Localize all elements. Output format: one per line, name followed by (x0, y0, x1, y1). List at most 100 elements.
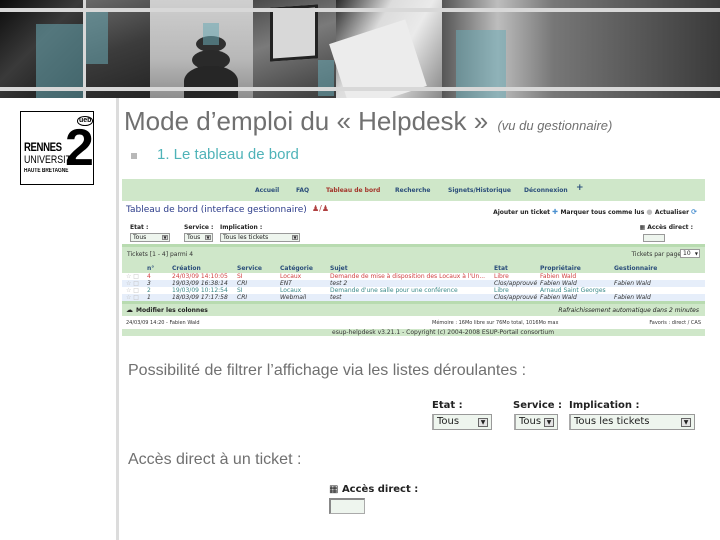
cell-owner: Fabien Wald (540, 273, 577, 280)
table-row[interactable]: ☆ □ 3 19/03/09 16:38:14 CRI ENT test 2 C… (122, 280, 705, 287)
nav-plus-icon[interactable]: + (576, 183, 584, 193)
nav-tableau-de-bord[interactable]: Tableau de bord (326, 187, 380, 194)
cell-state: Clos/approuvé (494, 280, 538, 287)
slide-title-suffix: (vu du gestionnaire) (497, 118, 613, 133)
star-icon[interactable]: ☆ □ (126, 273, 139, 280)
chevron-down-icon: ▼ (292, 235, 298, 240)
bullet-icon (131, 153, 137, 159)
per-page-value: 10 (683, 250, 691, 257)
cell-service: SI (237, 273, 243, 280)
table-row[interactable]: ☆ □ 2 19/03/09 10:12:54 SI Locaux Demand… (122, 287, 705, 294)
zoom-etat-select[interactable]: Tous ▼ (432, 414, 492, 430)
building-icon: ▦ (329, 484, 342, 495)
nav-accueil[interactable]: Accueil (255, 187, 279, 194)
etat-label: Etat : (130, 224, 149, 231)
implication-select[interactable]: Tous les tickets ▼ (220, 233, 300, 242)
banner-line (83, 0, 86, 98)
cell-subject[interactable]: Demande d'une salle pour une conférence (330, 287, 490, 294)
university-logo: ueb RENNES UNIVERSITE HAUTE BRETAGNE 2 (20, 111, 94, 185)
slide-title-main: Mode d’emploi du « Helpdesk » (124, 106, 489, 136)
service-select[interactable]: Tous ▼ (184, 233, 213, 242)
service-label: Service : (184, 224, 214, 231)
chevron-down-icon: ▼ (162, 235, 168, 240)
col-gestionnaire[interactable]: Gestionnaire (614, 265, 657, 272)
header-banner (0, 0, 720, 98)
table-row[interactable]: ☆ □ 4 24/03/09 14:10:05 SI Locaux Demand… (122, 273, 705, 280)
footer-user: 24/03/09 14:20 - Fabien Wald (126, 320, 200, 326)
zoom-service-label: Service : (513, 400, 563, 411)
zoom-implication-label: Implication : (569, 400, 640, 411)
footer-favorites[interactable]: Favoris : direct / CAS (649, 320, 701, 326)
modify-columns-link[interactable]: Modifier les colonnes (136, 307, 208, 314)
zoom-implication-select[interactable]: Tous les tickets ▼ (569, 414, 695, 430)
cell-num: 3 (147, 280, 151, 287)
logo-line1: RENNES (24, 140, 62, 154)
filters-paragraph: Possibilité de filtrer l’affichage via l… (128, 362, 527, 379)
mark-all-read-link[interactable]: Marquer tous comme lus (560, 209, 644, 216)
cell-category: Webmail (280, 294, 307, 301)
nav-deconnexion[interactable]: Déconnexion (524, 187, 568, 194)
cell-manager: Fabien Wald (614, 294, 651, 301)
cell-service: CRI (237, 280, 248, 287)
cell-category: ENT (280, 280, 292, 287)
chevron-down-icon: ▼ (681, 418, 691, 427)
per-page-select[interactable]: 10 ▼ (680, 249, 700, 258)
columns-icon[interactable]: ☁ (126, 306, 133, 314)
ticket-count: Tickets [1 - 4] parmi 4 (127, 251, 194, 258)
user-swap-icon[interactable]: ♟/♟ (312, 204, 329, 213)
zoom-direct-access-input[interactable] (329, 498, 365, 514)
vertical-divider (116, 98, 119, 540)
banner-teal-block (203, 23, 219, 45)
copyright-text: esup-helpdesk v3.21.1 - Copyright (c) 20… (332, 329, 555, 336)
cell-owner: Arnaud Saint Georges (540, 287, 606, 294)
slide-title: Mode d’emploi du « Helpdesk » (vu du ges… (124, 106, 612, 137)
nav-recherche[interactable]: Recherche (395, 187, 430, 194)
table-row[interactable]: ☆ □ 1 18/03/09 17:17:58 CRI Webmail test… (122, 294, 705, 301)
col-proprietaire[interactable]: Propriétaire (540, 265, 581, 272)
slide-subtitle: 1. Le tableau de bord (157, 146, 299, 163)
etat-value: Tous (133, 234, 147, 241)
helpdesk-nav: Accueil FAQ Tableau de bord Recherche Si… (122, 179, 705, 201)
nav-signets-historique[interactable]: Signets/Historique (448, 187, 511, 194)
nav-faq[interactable]: FAQ (296, 187, 309, 194)
banner-laptop (270, 4, 318, 62)
chevron-down-icon: ▼ (694, 251, 698, 256)
col-categorie[interactable]: Catégorie (280, 265, 313, 272)
copyright-bar: esup-helpdesk v3.21.1 - Copyright (c) 20… (122, 329, 705, 336)
col-sujet[interactable]: Sujet (330, 265, 348, 272)
cell-service: CRI (237, 294, 248, 301)
status-footer: 24/03/09 14:20 - Fabien Wald Mémoire : 1… (122, 319, 705, 327)
col-service[interactable]: Service (237, 265, 262, 272)
modify-columns-bar: ☁ Modifier les colonnes Rafraichissement… (122, 304, 705, 316)
cell-created: 19/03/09 16:38:14 (172, 280, 228, 287)
cell-num: 1 (147, 294, 151, 301)
add-ticket-link[interactable]: Ajouter un ticket (493, 209, 550, 216)
col-num[interactable]: n° (147, 265, 154, 272)
refresh-link[interactable]: Actualiser (655, 209, 689, 216)
direct-access-input[interactable] (643, 234, 665, 242)
star-icon[interactable]: ☆ □ (126, 287, 139, 294)
refresh-icon[interactable]: ⟳ (691, 208, 697, 216)
cell-subject[interactable]: test (330, 294, 490, 301)
cell-manager: Fabien Wald (614, 280, 651, 287)
helpdesk-screenshot: Accueil FAQ Tableau de bord Recherche Si… (122, 179, 705, 339)
per-page-label: Tickets par page : (631, 251, 685, 258)
star-icon[interactable]: ☆ □ (126, 294, 139, 301)
cell-subject[interactable]: test 2 (330, 280, 490, 287)
cell-owner: Fabien Wald (540, 280, 577, 287)
auto-refresh-text: Rafraichissement automatique dans 2 minu… (558, 307, 699, 314)
star-icon[interactable]: ☆ □ (126, 280, 139, 287)
col-etat[interactable]: Etat (494, 265, 508, 272)
zoom-direct-access: ▦ Accès direct : (329, 484, 418, 495)
direct-access: ▦ Accès direct : (639, 224, 693, 231)
table-header: n° Création Service Catégorie Sujet Etat… (122, 265, 705, 273)
implication-value: Tous les tickets (223, 234, 269, 241)
etat-select[interactable]: Tous ▼ (130, 233, 170, 242)
cell-state: Libre (494, 287, 509, 294)
cell-subject[interactable]: Demande de mise à disposition des Locaux… (330, 273, 490, 280)
zoom-implication-value: Tous les tickets (574, 416, 650, 427)
zoom-service-select[interactable]: Tous ▼ (514, 414, 558, 430)
col-creation[interactable]: Création (172, 265, 201, 272)
logo-line3: HAUTE BRETAGNE (24, 168, 69, 174)
cell-created: 18/03/09 17:17:58 (172, 294, 228, 301)
